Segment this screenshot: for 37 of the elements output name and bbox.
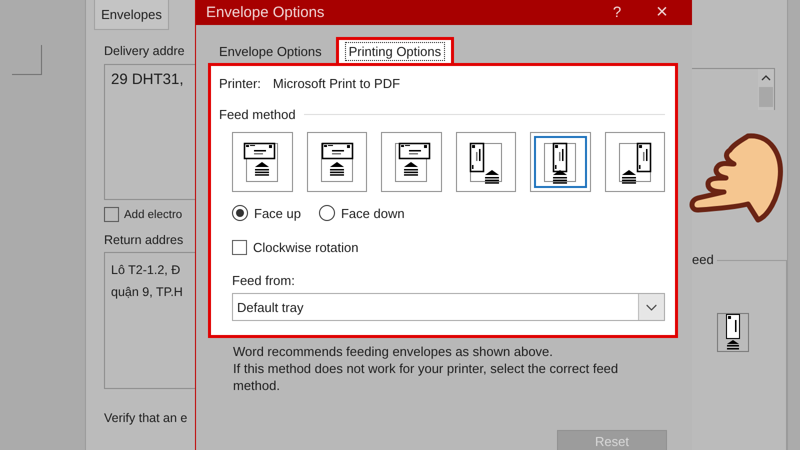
feed-option-button[interactable]	[381, 132, 442, 192]
crop-mark-icon	[12, 45, 42, 75]
field-label: Return addres	[104, 233, 184, 247]
scrollbar[interactable]	[758, 69, 774, 110]
radio-button[interactable]	[232, 205, 248, 221]
radio-label: Face down	[340, 206, 405, 220]
section-heading: Feed method	[219, 107, 296, 122]
printer-name: Microsoft Print to PDF	[272, 76, 400, 91]
feed-option-button[interactable]	[456, 132, 516, 192]
close-button[interactable]: ×	[632, 0, 692, 25]
envelope-feed-icon	[716, 313, 749, 353]
verify-text: Verify that an e	[104, 411, 188, 425]
scrollbar-thumb[interactable]	[759, 87, 773, 107]
printer-label: Printer:	[219, 76, 261, 91]
checkbox-label: Clockwise rotation	[253, 240, 358, 255]
radio-button[interactable]	[318, 205, 335, 221]
address-field[interactable]	[692, 68, 775, 110]
checkbox[interactable]	[104, 207, 119, 222]
checkbox-label: Add electro	[124, 208, 182, 220]
feed-option-button[interactable]	[306, 132, 367, 192]
window-title: Envelope Options	[206, 4, 326, 21]
radio-label: Face up	[254, 206, 301, 220]
help-button[interactable]: ?	[602, 0, 632, 25]
tab[interactable]: Printing Options	[336, 37, 454, 63]
feed-note-text: Word recommends feeding envelopes as shown above. If this method does not work for your printer, select the correct feed method.	[233, 343, 620, 394]
field-label: Feed from:	[232, 273, 296, 288]
chevron-down-icon	[638, 294, 664, 320]
feed-option-button[interactable]	[604, 132, 665, 192]
chevron-up-icon	[760, 73, 772, 83]
feed-option-button[interactable]	[232, 132, 292, 192]
feed-from-dropdown[interactable]: Default tray	[232, 293, 665, 321]
group-label: eed	[692, 252, 714, 267]
feed-option-button[interactable]	[530, 132, 590, 192]
field-label: Delivery addre	[104, 44, 186, 58]
checkbox[interactable]	[232, 240, 247, 255]
tab[interactable]: Envelope Options	[209, 39, 332, 63]
envelopes-tab[interactable]: Envelopes	[94, 0, 169, 30]
